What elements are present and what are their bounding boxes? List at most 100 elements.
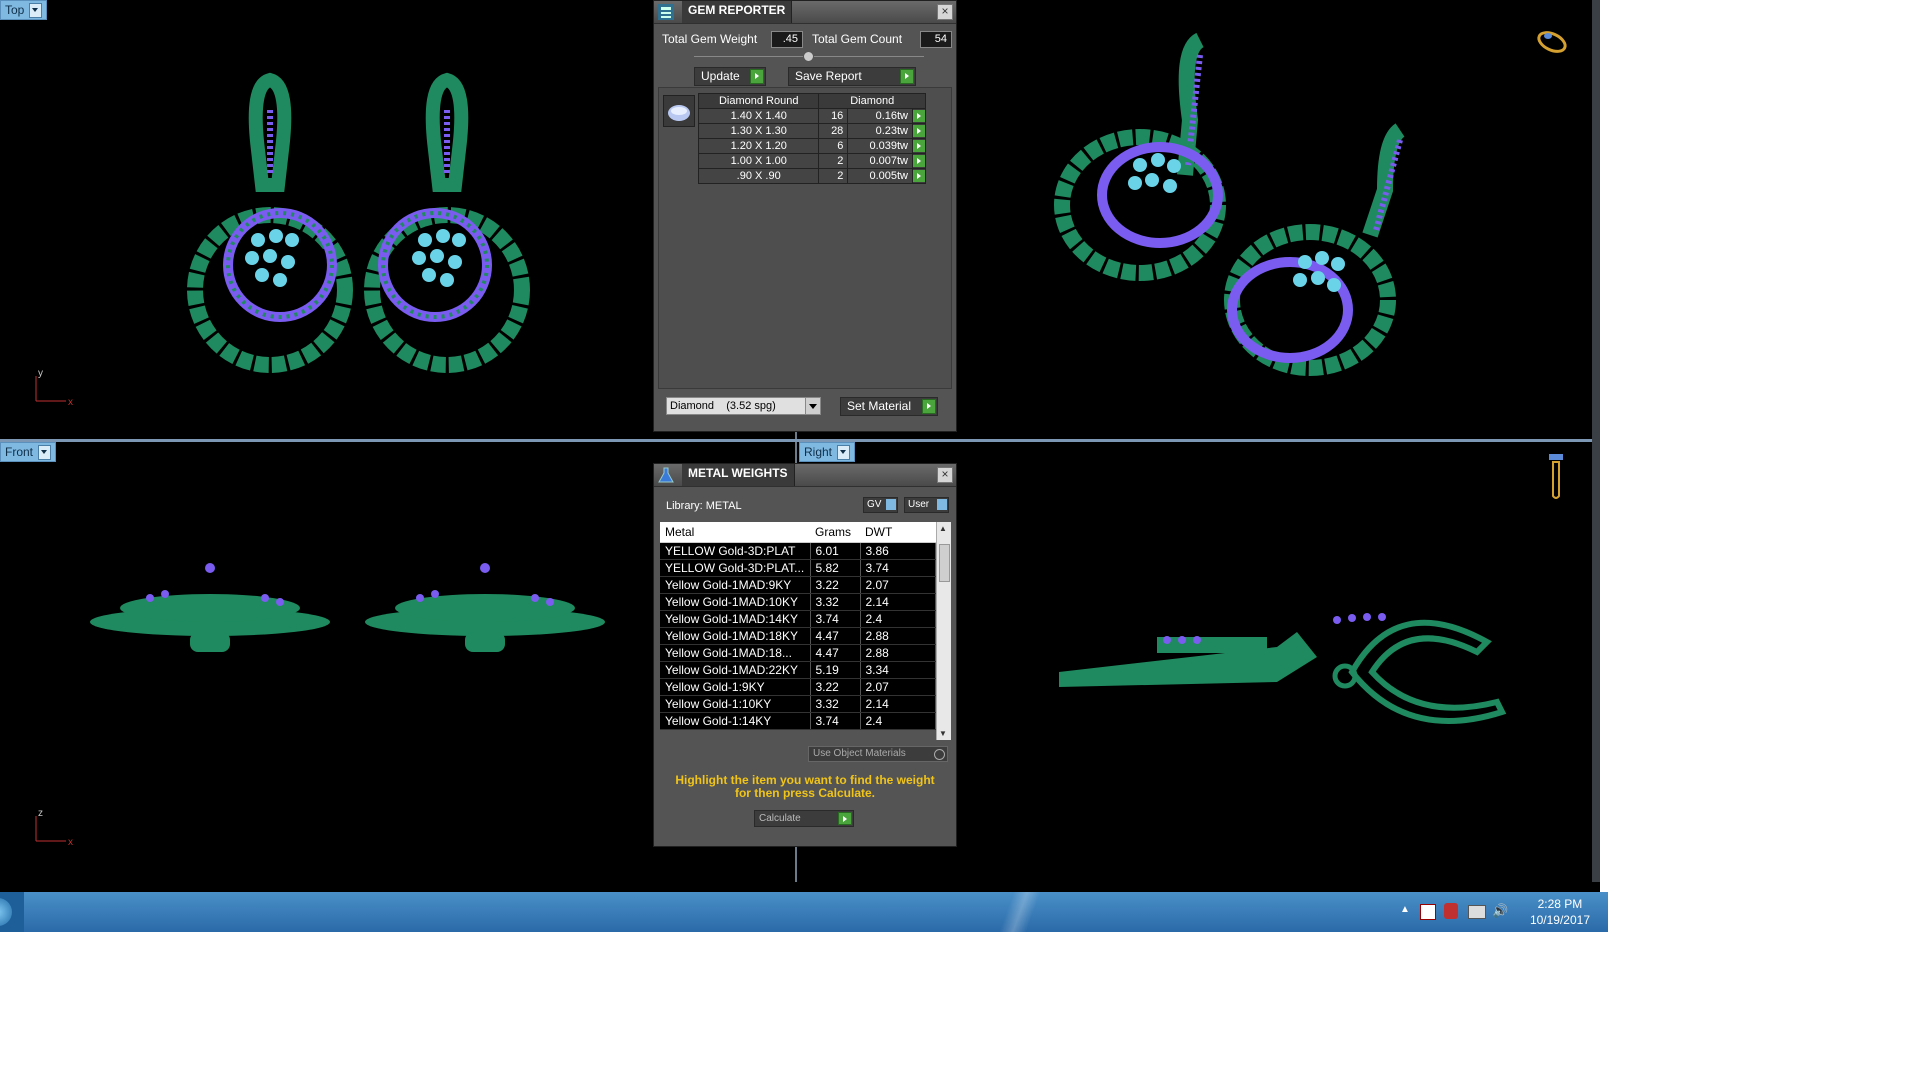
metal-name: Yellow Gold-1:14KY bbox=[660, 712, 811, 730]
clock-time: 2:28 PM bbox=[1537, 897, 1583, 911]
table-row[interactable]: Yellow Gold-1:10KY 3.32 2.14 bbox=[660, 695, 936, 713]
save-report-button-label: Save Report bbox=[795, 69, 862, 83]
axis-x-label: x bbox=[68, 397, 73, 408]
play-icon bbox=[913, 140, 925, 152]
material-select[interactable]: Diamond (3.52 spg) bbox=[666, 397, 821, 415]
update-button[interactable]: Update bbox=[694, 67, 766, 86]
use-object-materials-checkbox[interactable]: Use Object Materials bbox=[808, 746, 948, 762]
earring-front-left bbox=[90, 563, 330, 652]
row-go-button[interactable] bbox=[912, 138, 926, 154]
gem-table-row[interactable]: .90 X .90 2 0.005tw bbox=[697, 168, 926, 184]
flag-icon[interactable] bbox=[1420, 904, 1436, 920]
metal-grams: 4.47 bbox=[810, 644, 861, 662]
table-row[interactable]: Yellow Gold-1:9KY 3.22 2.07 bbox=[660, 678, 936, 696]
flask-icon bbox=[658, 467, 674, 483]
network-icon[interactable] bbox=[1468, 905, 1486, 919]
clock[interactable]: 2:28 PM 10/19/2017 bbox=[1530, 896, 1590, 928]
total-gem-weight-label: Total Gem Weight bbox=[662, 32, 758, 46]
gem-reporter-title: GEM REPORTER bbox=[682, 1, 793, 23]
total-gem-count-label: Total Gem Count bbox=[812, 32, 903, 46]
metal-dwt: 2.07 bbox=[860, 576, 936, 594]
axis-z-label: z bbox=[38, 808, 43, 819]
security-shield-icon[interactable] bbox=[1444, 903, 1458, 919]
metal-grams: 6.01 bbox=[810, 542, 861, 560]
earring-front-right bbox=[365, 563, 605, 652]
metal-name: Yellow Gold-1MAD:10KY bbox=[660, 593, 811, 611]
gem-weight: 0.007tw bbox=[847, 153, 913, 169]
info-icon bbox=[886, 499, 896, 510]
total-gem-weight-value[interactable]: .45 bbox=[771, 31, 803, 48]
gem-size: 1.40 X 1.40 bbox=[697, 108, 820, 124]
scrollbar-thumb[interactable] bbox=[939, 544, 950, 582]
metal-name: Yellow Gold-1MAD:18... bbox=[660, 644, 811, 662]
dwt-column-header[interactable]: DWT bbox=[860, 522, 936, 543]
metal-name: YELLOW Gold-3D:PLAT... bbox=[660, 559, 811, 577]
gem-size: 1.00 X 1.00 bbox=[697, 153, 820, 169]
viewport-horizontal-splitter[interactable] bbox=[0, 439, 1592, 442]
slider-handle[interactable] bbox=[803, 51, 814, 62]
row-go-button[interactable] bbox=[912, 153, 926, 169]
table-row[interactable]: Yellow Gold-1MAD:18... 4.47 2.88 bbox=[660, 644, 936, 662]
clock-date: 10/19/2017 bbox=[1529, 913, 1590, 927]
table-row[interactable]: Yellow Gold-1MAD:9KY 3.22 2.07 bbox=[660, 576, 936, 594]
table-row[interactable]: Yellow Gold-1MAD:10KY 3.32 2.14 bbox=[660, 593, 936, 611]
metal-name: YELLOW Gold-3D:PLAT bbox=[660, 542, 811, 560]
metal-grams: 4.47 bbox=[810, 627, 861, 645]
metal-dwt: 3.86 bbox=[860, 542, 936, 560]
total-gem-count-value[interactable]: 54 bbox=[920, 31, 952, 48]
table-row[interactable]: Yellow Gold-1:14KY 3.74 2.4 bbox=[660, 712, 936, 730]
metal-name: Yellow Gold-1MAD:22KY bbox=[660, 661, 811, 679]
show-hidden-icons[interactable]: ▲ bbox=[1400, 904, 1410, 915]
metal-dwt: 2.88 bbox=[860, 627, 936, 645]
metal-grams: 5.19 bbox=[810, 661, 861, 679]
close-icon[interactable]: × bbox=[937, 4, 953, 20]
chevron-down-icon bbox=[805, 398, 820, 414]
table-row[interactable]: YELLOW Gold-3D:PLAT 6.01 3.86 bbox=[660, 542, 936, 560]
gem-table-row[interactable]: 1.40 X 1.40 16 0.16tw bbox=[697, 108, 926, 124]
axis-y-label: y bbox=[38, 368, 43, 379]
gv-button[interactable]: GV bbox=[863, 497, 898, 513]
user-button[interactable]: User bbox=[904, 497, 949, 513]
close-icon[interactable]: × bbox=[937, 467, 953, 483]
calculate-button[interactable]: Calculate bbox=[754, 810, 854, 827]
metal-dwt: 3.74 bbox=[860, 559, 936, 577]
row-go-button[interactable] bbox=[912, 108, 926, 124]
gv-button-label: GV bbox=[867, 499, 882, 510]
table-row[interactable]: Yellow Gold-1MAD:14KY 3.74 2.4 bbox=[660, 610, 936, 628]
metal-dwt: 2.14 bbox=[860, 593, 936, 611]
ring-icon[interactable] bbox=[1534, 22, 1574, 58]
gem-reporter-window: GEM REPORTER × Total Gem Weight .45 Tota… bbox=[653, 0, 957, 432]
row-go-button[interactable] bbox=[912, 168, 926, 184]
set-material-button-label: Set Material bbox=[847, 399, 912, 413]
axis-gizmo-front: z x bbox=[28, 806, 78, 856]
scroll-up-icon[interactable]: ▲ bbox=[939, 524, 947, 533]
gem-table-row[interactable]: 1.20 X 1.20 6 0.039tw bbox=[697, 138, 926, 154]
earring-view-icon[interactable] bbox=[1545, 452, 1567, 502]
set-material-button[interactable]: Set Material bbox=[840, 397, 938, 416]
volume-icon[interactable]: 🔊 bbox=[1492, 903, 1508, 919]
metal-column-header[interactable]: Metal bbox=[660, 522, 810, 543]
instruction-text: Highlight the item you want to find the … bbox=[675, 773, 935, 800]
radio-icon bbox=[934, 749, 945, 760]
gem-table-row[interactable]: 1.00 X 1.00 2 0.007tw bbox=[697, 153, 926, 169]
diamond-icon[interactable] bbox=[663, 95, 695, 127]
metal-table-scrollbar[interactable]: ▲ ▼ bbox=[936, 522, 951, 740]
table-row[interactable]: Yellow Gold-1MAD:18KY 4.47 2.88 bbox=[660, 627, 936, 645]
metal-dwt: 3.34 bbox=[860, 661, 936, 679]
table-row[interactable]: YELLOW Gold-3D:PLAT... 5.82 3.74 bbox=[660, 559, 936, 577]
table-row[interactable]: Yellow Gold-1MAD:22KY 5.19 3.34 bbox=[660, 661, 936, 679]
grams-column-header[interactable]: Grams bbox=[810, 522, 860, 543]
scroll-down-icon[interactable]: ▼ bbox=[939, 729, 947, 738]
metal-weights-titlebar[interactable]: METAL WEIGHTS × bbox=[654, 464, 956, 487]
start-button[interactable] bbox=[0, 892, 24, 932]
play-icon bbox=[913, 170, 925, 182]
metal-weights-title: METAL WEIGHTS bbox=[682, 464, 795, 486]
metal-grams: 3.74 bbox=[810, 610, 861, 628]
gem-table-row[interactable]: 1.30 X 1.30 28 0.23tw bbox=[697, 123, 926, 139]
gem-reporter-titlebar[interactable]: GEM REPORTER × bbox=[654, 1, 956, 24]
metal-name: Yellow Gold-1:9KY bbox=[660, 678, 811, 696]
earring-left bbox=[187, 72, 353, 373]
row-go-button[interactable] bbox=[912, 123, 926, 139]
play-icon bbox=[913, 155, 925, 167]
save-report-button[interactable]: Save Report bbox=[788, 67, 916, 86]
